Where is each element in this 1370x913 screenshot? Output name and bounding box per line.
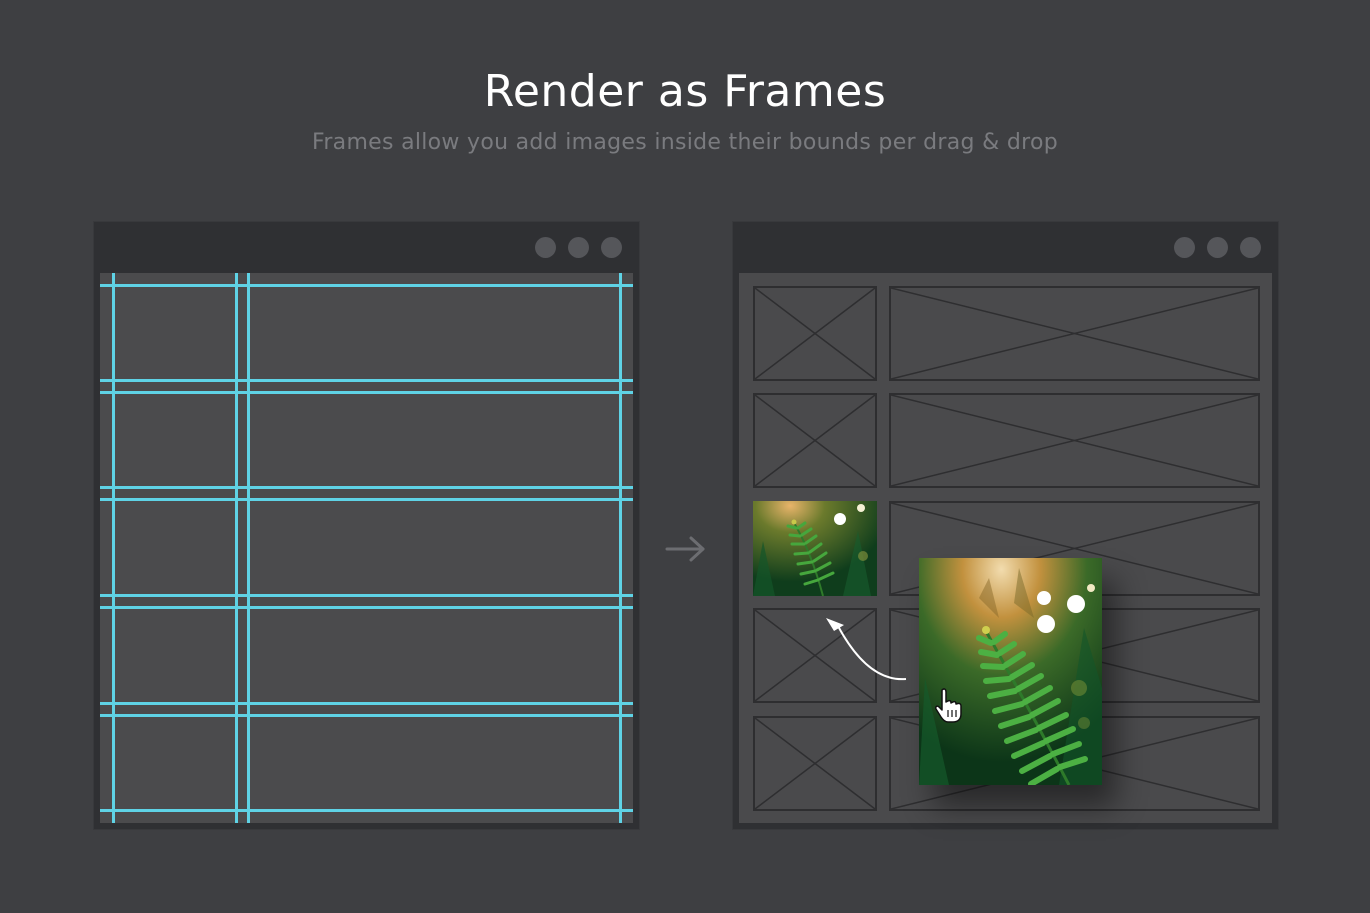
filled-frame-photo[interactable] (753, 501, 877, 596)
guide-horizontal[interactable] (100, 714, 633, 717)
image-frame[interactable] (889, 393, 1260, 488)
guide-horizontal[interactable] (100, 391, 633, 394)
window-dot[interactable] (1240, 237, 1261, 258)
image-frame[interactable] (753, 716, 877, 811)
window-titlebar (733, 222, 1278, 272)
hand-cursor-icon (935, 688, 962, 723)
window-dot[interactable] (1174, 237, 1195, 258)
slide: Render as Frames Frames allow you add im… (0, 0, 1370, 913)
guide-vertical[interactable] (235, 273, 238, 823)
window-titlebar (94, 222, 639, 272)
guide-horizontal[interactable] (100, 379, 633, 382)
image-frame[interactable] (889, 286, 1260, 381)
page-title: Render as Frames (483, 66, 887, 117)
guides-window (94, 222, 639, 829)
window-dot[interactable] (601, 237, 622, 258)
guide-horizontal[interactable] (100, 702, 633, 705)
guide-vertical[interactable] (247, 273, 250, 823)
guide-horizontal[interactable] (100, 606, 633, 609)
curved-arrow-icon (826, 618, 907, 681)
arrow-right-icon (665, 536, 705, 562)
window-dot[interactable] (568, 237, 589, 258)
guide-horizontal[interactable] (100, 486, 633, 489)
guides-canvas (100, 273, 633, 823)
guide-vertical[interactable] (619, 273, 622, 823)
image-frame[interactable] (753, 393, 877, 488)
image-frame[interactable] (753, 286, 877, 381)
guide-horizontal[interactable] (100, 809, 633, 812)
guide-horizontal[interactable] (100, 594, 633, 597)
guide-horizontal[interactable] (100, 284, 633, 287)
window-dot[interactable] (1207, 237, 1228, 258)
guide-vertical[interactable] (112, 273, 115, 823)
window-dot[interactable] (535, 237, 556, 258)
guide-horizontal[interactable] (100, 498, 633, 501)
page-subtitle: Frames allow you add images inside their… (311, 130, 1059, 155)
dragged-photo[interactable] (919, 558, 1102, 785)
